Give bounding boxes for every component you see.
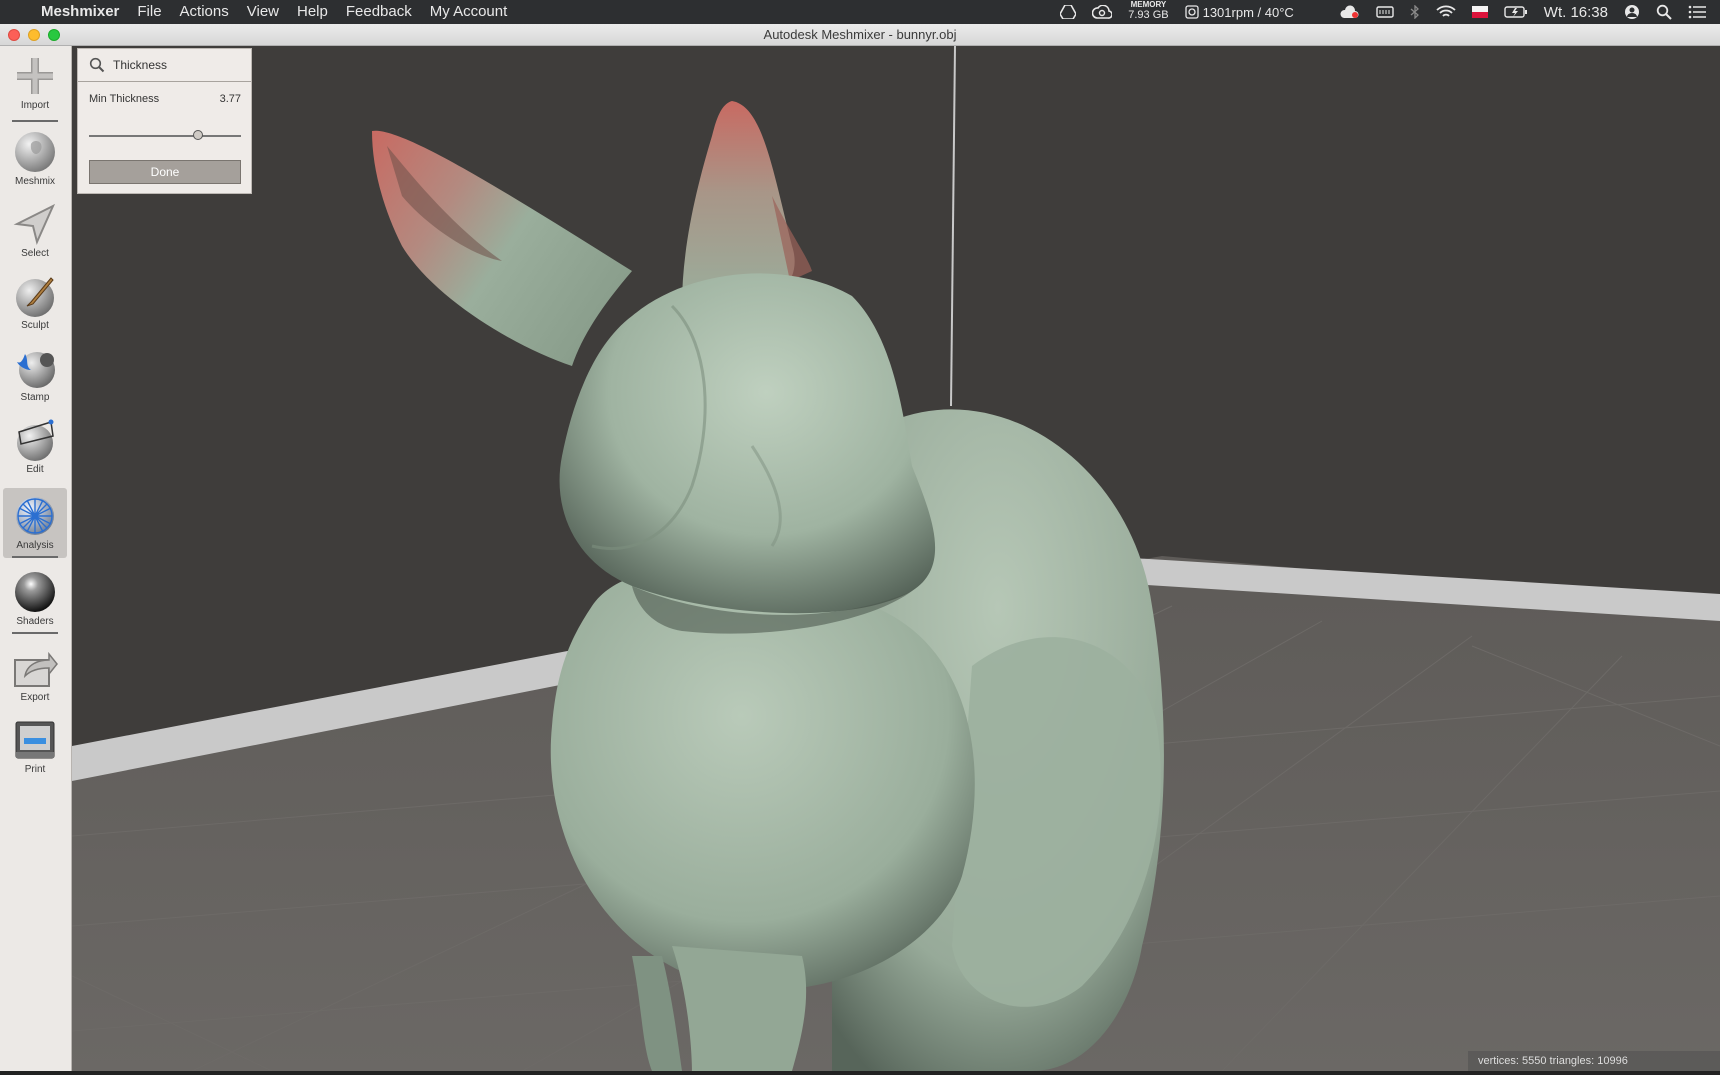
shaders-button[interactable]: Shaders: [3, 564, 67, 634]
stamp-button[interactable]: Stamp: [3, 340, 67, 410]
fan-status-text: 1301rpm / 40°C: [1202, 4, 1294, 20]
cloud-icon[interactable]: [1332, 0, 1368, 24]
done-button[interactable]: Done: [89, 160, 241, 184]
battery-icon[interactable]: [1496, 0, 1536, 24]
window-bottom-edge: [0, 1071, 1720, 1075]
menu-my-account[interactable]: My Account: [421, 0, 517, 24]
creative-cloud-icon[interactable]: [1084, 0, 1120, 24]
export-label: Export: [20, 692, 50, 703]
export-button[interactable]: Export: [3, 640, 67, 710]
memory-value: 7.93 GB: [1128, 9, 1169, 21]
keyboard-icon[interactable]: [1368, 0, 1402, 24]
status-area: MEMORY 7.93 GB 1301rpm / 40°C Wt. 16:38: [1052, 0, 1720, 24]
plus-icon: [17, 58, 53, 94]
meshmix-label: Meshmix: [14, 176, 55, 187]
menu-view[interactable]: View: [238, 0, 288, 24]
printer-icon: [15, 721, 55, 759]
panel-header: Thickness: [78, 49, 251, 82]
memory-status[interactable]: MEMORY 7.93 GB: [1120, 0, 1176, 24]
select-button[interactable]: Select: [3, 196, 67, 266]
min-thickness-row: Min Thickness 3.77: [89, 93, 241, 105]
search-icon[interactable]: [89, 57, 105, 73]
stamp-label: Stamp: [20, 392, 50, 403]
print-label: Print: [24, 764, 46, 775]
app-menu[interactable]: Meshmixer: [32, 0, 128, 24]
analysis-label: Analysis: [16, 540, 54, 551]
mesh-stats: vertices: 5550 triangles: 10996: [1468, 1051, 1720, 1071]
min-thickness-label: Min Thickness: [89, 93, 160, 105]
import-label: Import: [20, 100, 50, 111]
fan-status[interactable]: 1301rpm / 40°C: [1177, 0, 1302, 24]
meshmix-button[interactable]: Meshmix: [3, 124, 67, 194]
spotlight-icon[interactable]: [1648, 0, 1680, 24]
shaders-label: Shaders: [16, 616, 54, 627]
window-title-bar: Autodesk Meshmixer - bunnyr.obj: [0, 24, 1720, 46]
tool-sidebar: Import Meshmix Select Sculpt Stamp Edit …: [0, 46, 72, 1071]
meshmix-bunny-icon: [15, 132, 55, 172]
menu-bar: Meshmixer File Actions View Help Feedbac…: [0, 0, 1720, 24]
thickness-panel: Thickness Min Thickness 3.77 Done: [77, 48, 252, 194]
select-label: Select: [21, 248, 49, 259]
edit-label: Edit: [26, 464, 44, 475]
sidebar-divider: [12, 556, 58, 558]
flag-icon[interactable]: [1464, 0, 1496, 24]
window-title: Autodesk Meshmixer - bunnyr.obj: [763, 27, 957, 42]
menu-help[interactable]: Help: [288, 0, 337, 24]
print-button[interactable]: Print: [3, 712, 67, 782]
stamp-sphere-icon: [17, 352, 55, 388]
analysis-button[interactable]: Analysis: [3, 488, 67, 558]
3d-viewport[interactable]: [72, 46, 1720, 1071]
arrow-pointer-icon: [13, 203, 56, 246]
slider-thumb[interactable]: [193, 130, 203, 140]
sidebar-divider: [12, 632, 58, 634]
fan-icon: [1184, 5, 1199, 19]
sidebar-divider: [12, 120, 58, 122]
menu-actions[interactable]: Actions: [171, 0, 238, 24]
min-thickness-slider[interactable]: [89, 129, 241, 143]
shaders-sphere-icon: [15, 572, 55, 612]
brush-sphere-icon: [16, 277, 54, 317]
import-button[interactable]: Import: [3, 48, 67, 118]
edit-sphere-icon: [17, 419, 54, 461]
clock[interactable]: Wt. 16:38: [1536, 0, 1616, 24]
sculpt-button[interactable]: Sculpt: [3, 268, 67, 338]
notification-list-icon[interactable]: [1680, 0, 1720, 24]
sculpt-label: Sculpt: [21, 320, 49, 331]
menu-feedback[interactable]: Feedback: [337, 0, 421, 24]
panel-title: Thickness: [113, 58, 168, 72]
user-icon[interactable]: [1616, 0, 1648, 24]
bluetooth-icon[interactable]: [1402, 0, 1428, 24]
min-thickness-value[interactable]: 3.77: [220, 93, 241, 105]
analysis-mesh-sphere-icon: [16, 497, 54, 535]
export-icon: [14, 651, 58, 687]
edit-button[interactable]: Edit: [3, 412, 67, 482]
menu-file[interactable]: File: [128, 0, 170, 24]
wifi-icon[interactable]: [1428, 0, 1464, 24]
google-drive-icon[interactable]: [1052, 0, 1084, 24]
slider-track[interactable]: [89, 135, 241, 137]
